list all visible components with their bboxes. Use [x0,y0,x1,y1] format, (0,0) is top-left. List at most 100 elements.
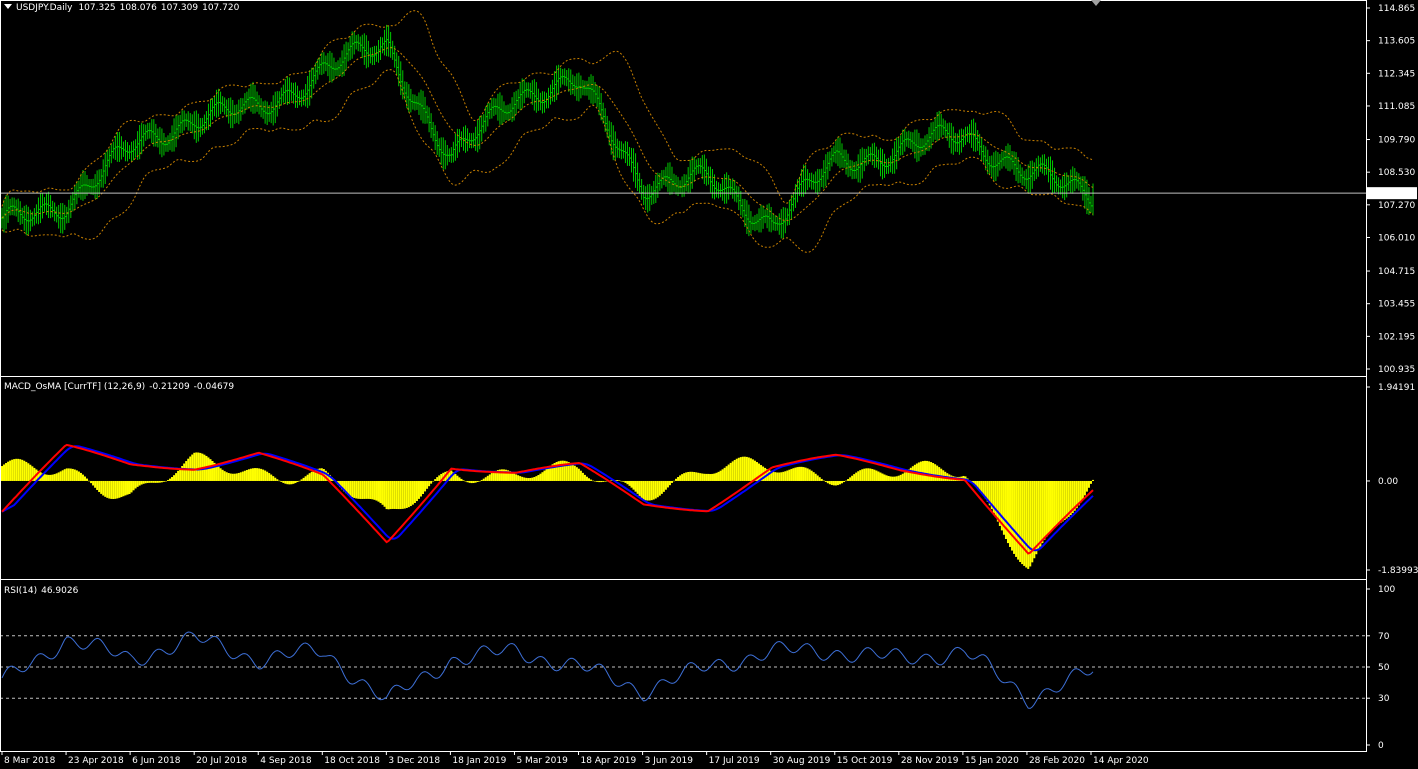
osma-bar [116,480,119,499]
osma-bar [96,480,99,490]
osma-bar [409,480,412,507]
ohlc-high: 108.076 [119,3,157,13]
osma-bar [464,480,467,482]
osma-bar [86,478,89,481]
osma-bar [363,480,366,499]
osma-bar [13,459,16,481]
osma-bar [110,480,113,499]
osma-bar [1047,480,1050,535]
osma-bar [875,470,878,481]
osma-bar [484,477,487,481]
osma-bar [885,475,888,481]
osma-bar [587,478,590,481]
osma-bar [828,480,831,485]
osma-bar [353,480,356,498]
osma-bar [1087,480,1090,488]
osma-bar [816,475,819,481]
osma-bar [462,480,465,481]
osma-bar [1015,480,1018,557]
osma-bar [419,480,422,497]
osma-bar [249,468,252,481]
osma-bar [851,475,854,481]
osma-bar [792,468,795,481]
osma-bar [1013,480,1016,554]
osma-bar [152,480,155,483]
osma-bar [697,472,700,481]
osma-bar [27,463,30,481]
osma-bar [845,480,848,482]
osma-bar [869,468,872,481]
osma-bar [1017,480,1020,560]
osma-bar [841,480,844,484]
osma-bar [108,480,111,499]
osma-bar [426,480,429,489]
osma-bar [294,480,297,484]
osma-bar [179,468,182,481]
osma-bar [818,477,821,481]
price-pane[interactable] [0,10,1366,253]
collapse-triangle-icon[interactable] [4,4,12,9]
osma-bar [513,473,516,481]
osma-bar [94,480,97,488]
osma-bar [517,475,520,481]
osma-bar [1079,480,1082,503]
macd-line [1,443,1094,555]
osma-bar [158,480,161,483]
osma-bar [17,458,20,481]
osma-bar [136,480,139,487]
osma-bar [865,468,868,481]
price-tick-label: 114.865 [1378,4,1415,14]
osma-bar [245,469,248,481]
osma-bar [284,480,287,484]
osma-bar [594,480,597,482]
osma-bar [849,477,852,481]
osma-bar [227,473,230,481]
osma-bar [454,473,457,481]
osma-bar [474,480,477,483]
ohlc-bars [0,24,1095,239]
osma-bar [857,471,860,481]
osma-bar [861,469,864,481]
osma-bar [772,471,775,481]
rsi-pane[interactable] [0,631,1366,709]
osma-bar [486,475,489,481]
osma-bar [472,480,475,484]
osma-bar [533,477,536,481]
osma-bar [183,463,186,481]
rsi-tick-label: 0 [1378,741,1384,751]
osma-bar [545,468,548,481]
time-tick-label: 23 Apr 2018 [68,756,124,766]
osma-bar [863,468,866,481]
osma-bar [430,480,433,484]
chart-shift-marker [1091,0,1101,6]
osma-bar [156,480,159,483]
osma-bar [525,477,528,481]
osma-bar [502,469,505,481]
osma-bar [411,480,414,505]
osma-bar [691,471,694,481]
osma-bar [65,468,68,481]
osma-bar [658,480,661,496]
osma-bar [826,480,829,484]
osma-bar [138,480,141,486]
osma-bar [602,480,605,482]
time-tick-label: 15 Jan 2020 [965,756,1019,766]
osma-bar [719,470,722,481]
osma-bar [628,480,631,486]
osma-bar [537,475,540,481]
osma-bar [207,457,210,481]
osma-bar [377,480,380,502]
osma-bar [575,467,578,481]
osma-bar [478,480,481,482]
osma-bar [814,473,817,481]
osma-bar [310,471,313,481]
osma-bar [652,480,655,500]
osma-bar [403,480,406,509]
osma-bar [940,468,943,481]
osma-bar [523,477,526,481]
rsi-tick-label: 50 [1378,663,1390,673]
osma-bar [919,461,922,481]
osma-bar [830,480,833,485]
osma-bar [737,457,740,481]
macd-pane[interactable] [1,443,1094,569]
